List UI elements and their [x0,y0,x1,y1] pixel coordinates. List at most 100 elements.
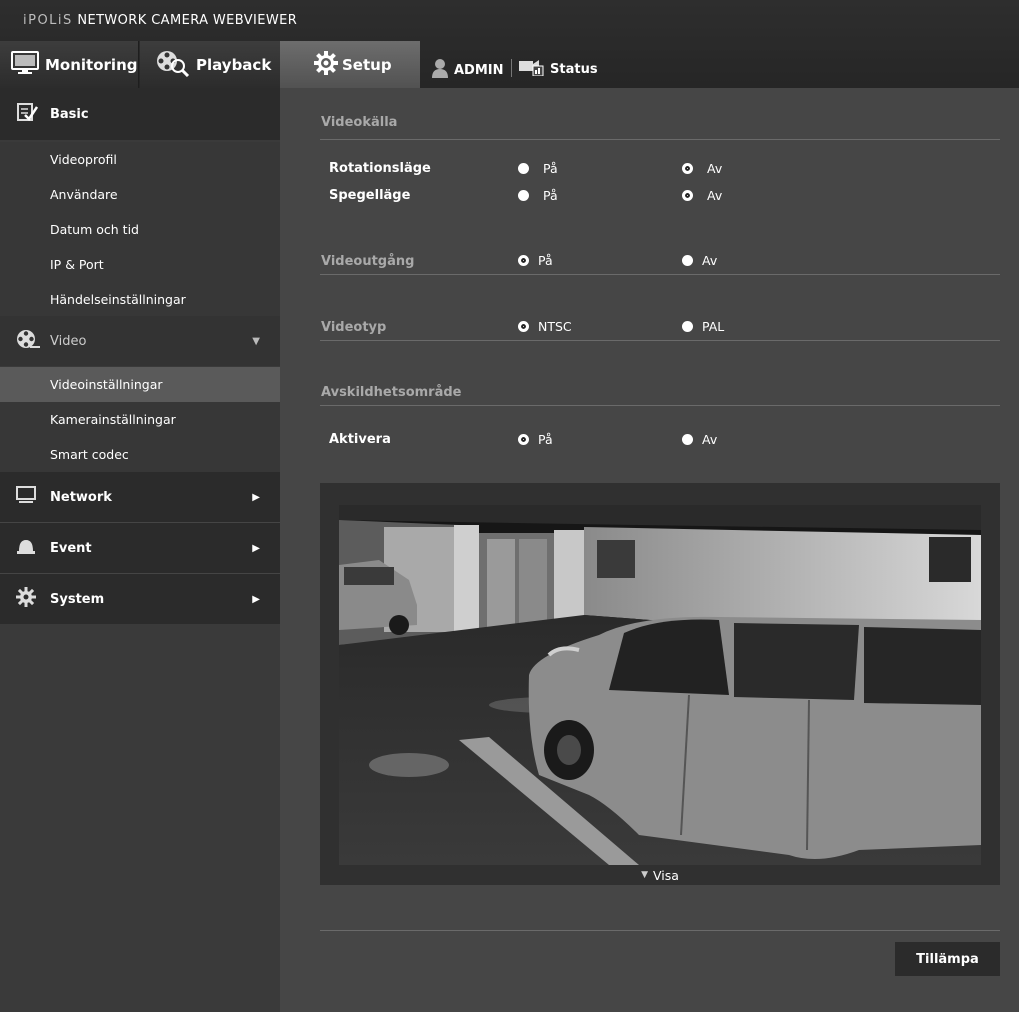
radio-label: Av [707,161,723,176]
sidebar-section-network[interactable]: Network ▶ [0,472,280,522]
sidebar-item-videoprofil[interactable]: Videoprofil [0,142,280,177]
status-label: Status [550,61,598,77]
sidebar-item-label: Användare [50,187,118,202]
main-content: Videokälla Rotationsläge På Av Spegelläg… [280,88,1019,1012]
videoutgang-radio-off[interactable]: Av [682,253,717,268]
main-nav: Monitoring Playback Setup ADMIN Status [0,41,1019,88]
chevron-right-icon: ▶ [252,542,260,554]
videoutgang-radio-on[interactable]: På [518,253,553,268]
sidebar-section-system[interactable]: System ▶ [0,574,280,624]
rotation-radio-off[interactable]: Av [682,161,722,176]
radio-label: På [543,161,558,176]
brand-logo-text: iPOLiS [23,13,73,28]
sidebar-section-basic-label: Basic [50,106,89,122]
chevron-down-icon: ▼ [252,335,260,347]
sidebar-item-anvandare[interactable]: Användare [0,177,280,212]
sidebar-item-kamerainstallningar[interactable]: Kamerainställningar [0,402,280,437]
sidebar-item-ip-port[interactable]: IP & Port [0,247,280,282]
aktivera-radio-off[interactable]: Av [682,432,717,447]
sidebar-item-label: Videoinställningar [50,377,163,392]
app-title: iPOLiS NETWORK CAMERA WEBVIEWER [23,13,297,28]
rotation-label: Rotationsläge [329,161,431,176]
brand-title: NETWORK CAMERA WEBVIEWER [77,13,298,28]
sidebar-section-event-label: Event [50,540,92,556]
parking-garage-scene [339,505,981,865]
tab-monitoring[interactable]: Monitoring [0,41,139,88]
film-reel-icon [16,329,40,353]
radio-checked-icon [518,321,529,332]
divider [320,930,1000,931]
sidebar-section-basic[interactable]: Basic [0,88,280,140]
mirror-radio-on[interactable]: På [518,188,558,203]
radio-label: På [538,253,553,268]
sidebar-section-video[interactable]: Video ▼ [0,316,280,366]
sidebar-item-handelseinstallningar[interactable]: Händelseinställningar [0,282,280,317]
divider [320,405,1000,406]
film-reel-search-icon [154,49,190,81]
tab-playback-label: Playback [196,55,272,74]
sidebar: Basic Videoprofil Användare Datum och ti… [0,88,280,1012]
section-title-videokalla: Videokälla [321,115,398,130]
radio-label: Av [702,432,718,447]
monitor-icon [11,50,39,79]
admin-link[interactable]: ADMIN [432,58,504,82]
camera-status-icon [519,58,544,80]
sidebar-item-videoinstallningar[interactable]: Videoinställningar [0,367,280,402]
sidebar-section-network-label: Network [50,489,112,505]
computer-icon [16,486,36,508]
sidebar-item-label: Händelseinställningar [50,292,186,307]
apply-button[interactable]: Tillämpa [895,942,1000,976]
radio-checked-icon [682,163,693,174]
preview-toggle-label: Visa [653,867,679,883]
sidebar-item-label: Kamerainställningar [50,412,176,427]
chevron-right-icon: ▶ [252,491,260,503]
divider [320,274,1000,275]
status-link[interactable]: Status [519,58,598,80]
sidebar-item-datum-och-tid[interactable]: Datum och tid [0,212,280,247]
mirror-label: Spegelläge [329,188,411,203]
sidebar-section-video-label: Video [50,333,87,349]
radio-label: NTSC [538,319,572,334]
radio-checked-icon [682,190,693,201]
videotyp-radio-pal[interactable]: PAL [682,319,724,334]
radio-unchecked-icon [518,190,529,201]
checklist-icon [16,102,39,126]
divider [320,139,1000,140]
radio-checked-icon [518,434,529,445]
sidebar-item-label: Datum och tid [50,222,139,237]
section-title-videoutgang: Videoutgång [321,254,415,269]
sidebar-item-label: IP & Port [50,257,104,272]
sidebar-item-label: Videoprofil [50,152,117,167]
camera-preview-image[interactable] [339,505,981,865]
section-title-avskildhetsomrade: Avskildhetsområde [321,385,462,400]
user-icon [432,58,448,82]
radio-label: På [538,432,553,447]
radio-label: Av [707,188,723,203]
radio-label: PAL [702,319,725,334]
radio-label: Av [702,253,718,268]
divider [320,340,1000,341]
aktivera-radio-on[interactable]: På [518,432,553,447]
alarm-bell-icon [16,537,36,559]
radio-unchecked-icon [682,321,693,332]
caret-down-icon: ▼ [641,870,648,880]
top-bar: iPOLiS NETWORK CAMERA WEBVIEWER Monitori… [0,0,1019,88]
cog-icon [16,587,36,611]
tab-monitoring-label: Monitoring [45,55,138,74]
tab-playback[interactable]: Playback [140,41,280,88]
gear-icon [313,50,339,80]
radio-unchecked-icon [682,255,693,266]
tab-setup[interactable]: Setup [280,41,420,88]
radio-unchecked-icon [682,434,693,445]
radio-label: På [543,188,558,203]
aktivera-label: Aktivera [329,432,391,447]
admin-label: ADMIN [454,62,504,78]
sidebar-item-smart-codec[interactable]: Smart codec [0,437,280,472]
rotation-radio-on[interactable]: På [518,161,558,176]
chevron-right-icon: ▶ [252,593,260,605]
mirror-radio-off[interactable]: Av [682,188,722,203]
sidebar-section-event[interactable]: Event ▶ [0,523,280,573]
tab-setup-label: Setup [342,55,392,74]
videotyp-radio-ntsc[interactable]: NTSC [518,319,572,334]
preview-toggle[interactable]: ▼ Visa [320,865,1000,885]
